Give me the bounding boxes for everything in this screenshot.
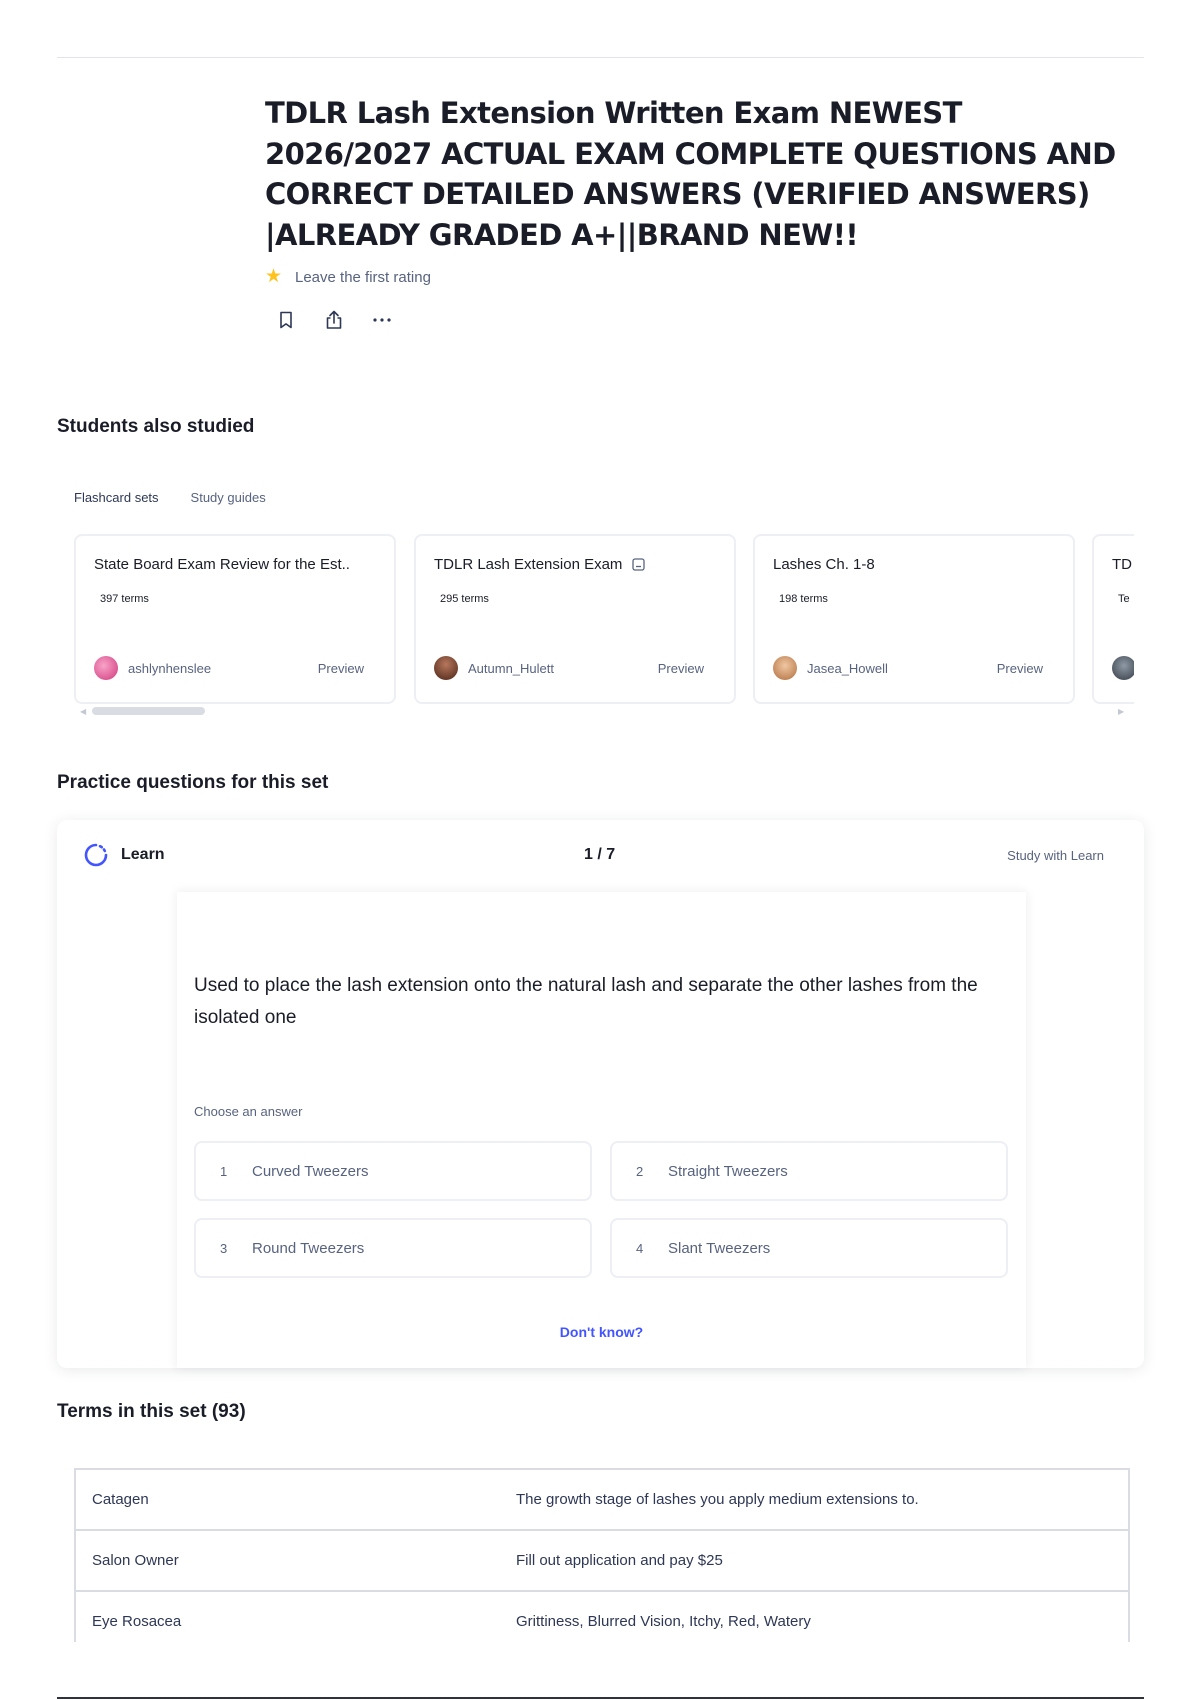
answer-option-4[interactable]: 4 Slant Tweezers	[610, 1218, 1008, 1278]
bookmark-icon[interactable]	[275, 309, 297, 331]
related-set-card[interactable]: State Board Exam Review for the Est.. 39…	[74, 534, 396, 704]
bottom-divider	[57, 1697, 1144, 1699]
table-row: Salon Owner Fill out application and pay…	[76, 1531, 1128, 1592]
learn-icon	[84, 843, 108, 867]
rating-row[interactable]: ★ Leave the first rating	[265, 267, 1125, 287]
scroll-right-arrow[interactable]: ▶	[1118, 707, 1124, 716]
top-divider	[57, 57, 1144, 58]
option-number: 1	[220, 1163, 228, 1179]
question-text: Used to place the lash extension onto th…	[194, 975, 978, 1028]
card-term-count: 295 terms	[440, 593, 489, 605]
term-word: Salon Owner	[92, 1552, 179, 1569]
students-also-studied-heading: Students also studied	[57, 416, 255, 437]
choose-answer-label: Choose an answer	[194, 1104, 303, 1119]
option-text: Straight Tweezers	[668, 1162, 788, 1180]
option-text: Slant Tweezers	[668, 1239, 771, 1257]
card-term-count: 198 terms	[779, 593, 828, 605]
answer-option-3[interactable]: 3 Round Tweezers	[194, 1218, 592, 1278]
share-icon[interactable]	[323, 309, 345, 331]
avatar	[94, 656, 118, 680]
study-tabs: Flashcard sets Study guides	[74, 490, 266, 505]
learn-label: Learn	[121, 846, 165, 863]
avatar	[1112, 656, 1134, 680]
option-number: 3	[220, 1240, 228, 1256]
avatar	[434, 656, 458, 680]
more-icon[interactable]	[371, 309, 393, 331]
answer-option-1[interactable]: 1 Curved Tweezers	[194, 1141, 592, 1201]
study-with-learn-link[interactable]: Study with Learn	[1007, 848, 1104, 863]
option-number: 4	[636, 1240, 644, 1256]
related-set-card[interactable]: TDLR Lash Extension Exam 295 terms Autum…	[414, 534, 736, 704]
related-sets-carousel: State Board Exam Review for the Est.. 39…	[74, 534, 1134, 704]
tab-flashcard-sets[interactable]: Flashcard sets	[74, 490, 159, 505]
card-term-count: 397 terms	[100, 593, 149, 605]
option-text: Curved Tweezers	[252, 1162, 369, 1180]
card-term-count: Te	[1118, 593, 1130, 605]
page-title: TDLR Lash Extension Written Exam NEWEST …	[265, 96, 1116, 252]
term-definition: Grittiness, Blurred Vision, Itchy, Red, …	[516, 1613, 811, 1630]
term-definition: Fill out application and pay $25	[516, 1552, 723, 1569]
terms-table: Catagen The growth stage of lashes you a…	[74, 1468, 1130, 1642]
card-title: TDLR Lash Extension Exam	[434, 556, 716, 573]
learn-panel: Learn 1 / 7 Study with Learn Used to pla…	[57, 820, 1144, 1368]
set-actions	[275, 309, 1125, 331]
option-number: 2	[636, 1163, 644, 1179]
scroll-left-arrow[interactable]: ◀	[80, 707, 86, 716]
avatar	[773, 656, 797, 680]
term-word: Catagen	[92, 1491, 149, 1508]
learn-mode-header: Learn	[83, 842, 165, 868]
card-title: State Board Exam Review for the Est..	[94, 556, 350, 573]
card-title: Lashes Ch. 1-8	[773, 556, 875, 573]
dont-know-button[interactable]: Don't know?	[177, 1324, 1026, 1340]
carousel-scrollbar[interactable]	[92, 707, 205, 715]
question-counter: 1 / 7	[584, 846, 616, 863]
table-row: Eye Rosacea Grittiness, Blurred Vision, …	[76, 1592, 1128, 1642]
related-set-card[interactable]: Lashes Ch. 1-8 198 terms Jasea_Howell Pr…	[753, 534, 1075, 704]
card-username[interactable]: Jasea_Howell	[807, 661, 997, 676]
card-title: TD	[1112, 556, 1132, 573]
preview-button[interactable]: Preview	[997, 661, 1043, 676]
rating-prompt[interactable]: Leave the first rating	[295, 269, 431, 286]
tab-study-guides[interactable]: Study guides	[191, 490, 266, 505]
related-set-card[interactable]: TD Te	[1092, 534, 1134, 704]
preview-button[interactable]: Preview	[318, 661, 364, 676]
option-text: Round Tweezers	[252, 1239, 365, 1257]
set-header: TDLR Lash Extension Written Exam NEWEST …	[265, 93, 1125, 331]
practice-questions-heading: Practice questions for this set	[57, 772, 329, 793]
star-icon: ★	[265, 266, 283, 287]
term-definition: The growth stage of lashes you apply med…	[516, 1491, 919, 1508]
terms-heading: Terms in this set (93)	[57, 1401, 246, 1422]
card-username[interactable]: ashlynhenslee	[128, 661, 318, 676]
question-card: Used to place the lash extension onto th…	[177, 892, 1026, 1368]
answer-option-2[interactable]: 2 Straight Tweezers	[610, 1141, 1008, 1201]
preview-button[interactable]: Preview	[658, 661, 704, 676]
table-row: Catagen The growth stage of lashes you a…	[76, 1470, 1128, 1531]
study-guide-icon	[632, 558, 646, 571]
card-username[interactable]: Autumn_Hulett	[468, 661, 658, 676]
term-word: Eye Rosacea	[92, 1613, 182, 1630]
